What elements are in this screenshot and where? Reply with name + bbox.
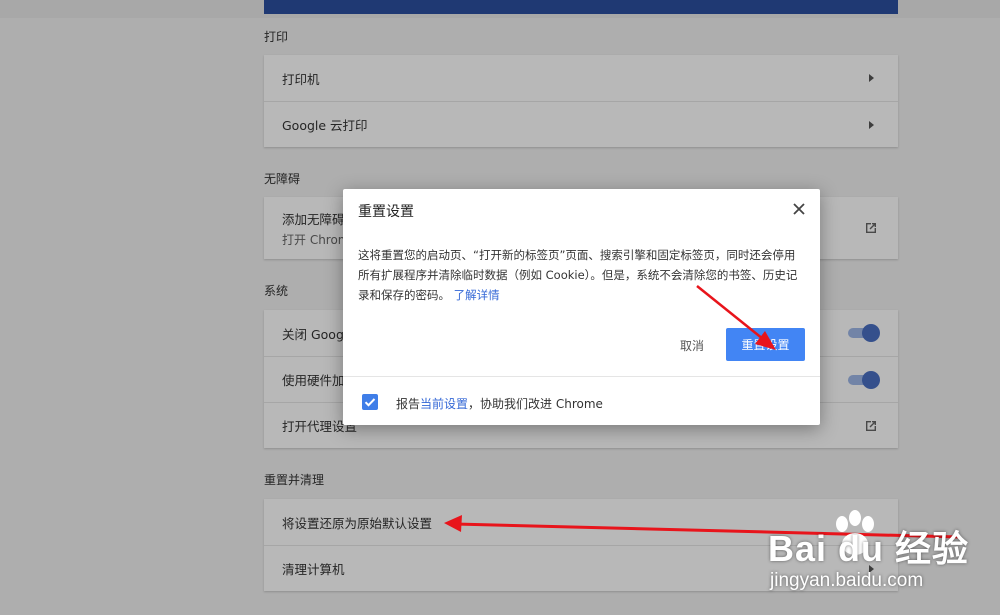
dialog-body: 这将重置您的启动页、“打开新的标签页”页面、搜索引擎和固定标签页，同时还会停用所…: [358, 245, 806, 305]
external-link-icon: [866, 223, 876, 233]
checkmark-icon: [364, 398, 376, 407]
dialog-body-text: 这将重置您的启动页、“打开新的标签页”页面、搜索引擎和固定标签页，同时还会停用所…: [358, 248, 798, 302]
hardware-accel-toggle[interactable]: [846, 370, 880, 389]
external-link-icon: [866, 420, 876, 431]
cloud-print-label: Google 云打印: [282, 118, 368, 133]
section-title-reset: 重置并清理: [264, 473, 325, 487]
top-bar: [0, 0, 1000, 18]
accessibility-sub: 打开 Chrom: [282, 232, 350, 247]
report-checkbox[interactable]: [362, 394, 378, 410]
footer-prefix: 报告: [396, 397, 421, 411]
header-bar: [264, 0, 898, 14]
learn-more-link[interactable]: 了解详情: [454, 288, 500, 302]
reset-button[interactable]: 重置设置: [726, 328, 805, 361]
current-settings-link[interactable]: 当前设置: [420, 397, 468, 411]
background-apps-toggle[interactable]: [846, 324, 880, 342]
section-title-accessibility: 无障碍: [264, 172, 301, 186]
cancel-button[interactable]: 取消: [669, 332, 715, 358]
baidu-watermark: Bai du 经验 jingyan.baidu.com: [768, 510, 1000, 615]
chevron-right-icon: [869, 74, 874, 82]
printer-row[interactable]: 打印机: [264, 55, 898, 101]
watermark-main: Bai du 经验: [768, 528, 970, 569]
accessibility-label: 添加无障碍: [282, 211, 345, 227]
section-title-print: 打印: [264, 30, 289, 44]
print-card: 打印机 Google 云打印: [264, 55, 898, 147]
watermark-sub: jingyan.baidu.com: [770, 570, 924, 591]
background-apps-label: 关闭 Googl: [282, 326, 348, 342]
footer-suffix: ，协助我们改进 Chrome: [468, 397, 603, 411]
reset-settings-dialog: 重置设置 这将重置您的启动页、“打开新的标签页”页面、搜索引擎和固定标签页，同时…: [343, 189, 820, 425]
cloud-print-row[interactable]: Google 云打印: [264, 101, 898, 147]
close-icon[interactable]: [792, 202, 806, 216]
restore-defaults-label: 将设置还原为原始默认设置: [282, 515, 433, 531]
dialog-title: 重置设置: [358, 204, 414, 220]
section-title-system: 系统: [264, 284, 289, 298]
printer-label: 打印机: [282, 71, 320, 87]
dialog-divider: [343, 376, 820, 377]
hardware-accel-label: 使用硬件加: [282, 373, 345, 388]
chevron-right-icon: [869, 120, 874, 129]
dialog-footer-text: 报告当前设置，协助我们改进 Chrome: [396, 395, 603, 412]
cleanup-computer-label: 清理计算机: [282, 562, 345, 577]
